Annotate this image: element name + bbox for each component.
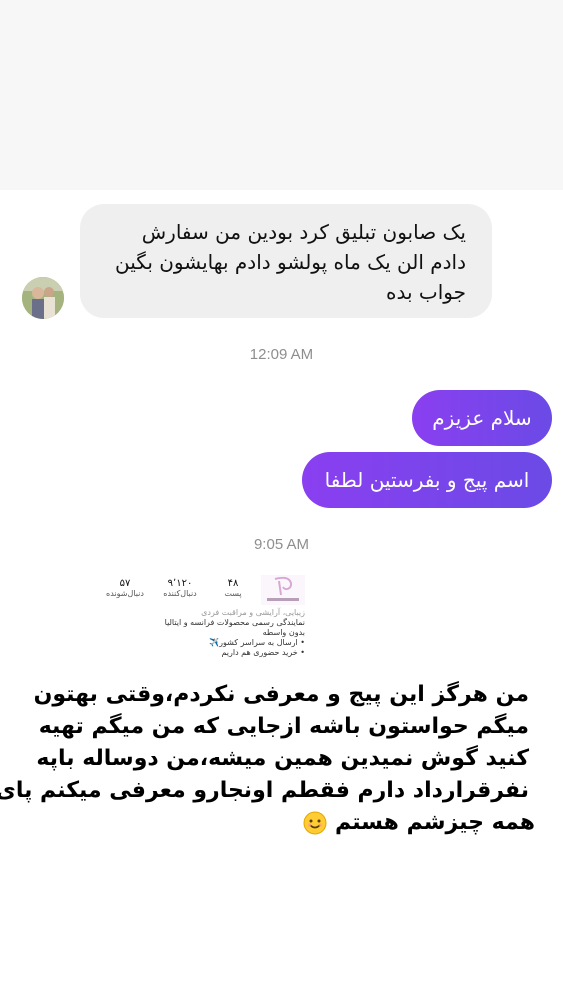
bio-bullet: خرید حضوری هم داریم: [105, 648, 305, 658]
message-line: دادم الن یک ماه پولشو دادم بهایشون بگین: [115, 250, 466, 274]
contact-avatar-icon[interactable]: [22, 277, 64, 319]
caption-line: من هرگز این پیج و معرفی نکردم،وقتی بهتون: [27, 681, 535, 709]
message-line: جواب بده: [386, 280, 466, 304]
blank-top-area: [0, 0, 563, 190]
message-line: یک صابون تبلیق کرد بودین من سفارش: [141, 220, 466, 244]
caption-line: میگم حواستون باشه ازجایی که من میگم تهیه: [32, 713, 535, 741]
caption-line-text: همه چیزشم هستم: [335, 810, 535, 835]
followers-label: دنبال‌کننده: [163, 589, 197, 598]
timestamp: 9:05 AM: [253, 536, 310, 553]
caption-last-line: همه چیزشم هستم: [297, 809, 541, 837]
profile-logo-icon: [261, 575, 305, 605]
shared-profile-card[interactable]: ۴۸ پست ۹٬۱۲۰ دنبال‌کننده ۵۷ دنبال‌شونده …: [100, 565, 315, 675]
story-caption: من هرگز این پیج و معرفی نکردم،وقتی بهتون…: [0, 678, 563, 838]
bio-line: بدون واسطه: [262, 628, 305, 637]
bio-line: نمایندگی رسمی محصولات فرانسه و ایتالیا: [164, 618, 305, 627]
following-stat: ۵۷ دنبال‌شونده: [100, 578, 150, 598]
following-count: ۵۷: [119, 578, 131, 589]
bio-bullet: ارسال به سراسر کشور✈️: [105, 638, 305, 648]
timestamp: 12:09 AM: [249, 346, 314, 363]
smiling-face-emoji-icon: [303, 811, 327, 835]
incoming-message-bubble[interactable]: یک صابون تبلیق کرد بودین من سفارش دادم ا…: [80, 204, 492, 318]
outgoing-message-bubble[interactable]: اسم پیج و بفرستین لطفا: [302, 452, 552, 508]
posts-stat: ۴۸ پست: [221, 578, 245, 598]
following-label: دنبال‌شونده: [106, 589, 144, 598]
followers-count: ۹٬۱۲۰: [167, 578, 193, 589]
posts-count: ۴۸: [227, 578, 239, 589]
outgoing-message-bubble[interactable]: سلام عزیزم: [412, 390, 552, 446]
posts-label: پست: [224, 589, 242, 598]
caption-line: کنید گوش نمیدین همین میشه،من دوساله باپه: [30, 745, 535, 773]
profile-bio: زیبایی، آرایشی و مراقبت فردی نمایندگی رس…: [105, 608, 305, 658]
caption-line: نفرقرارداد دارم فقطم اونجارو معرفی میکنم…: [0, 777, 535, 805]
followers-stat: ۹٬۱۲۰ دنبال‌کننده: [155, 578, 205, 598]
bio-category: زیبایی، آرایشی و مراقبت فردی: [201, 608, 305, 617]
